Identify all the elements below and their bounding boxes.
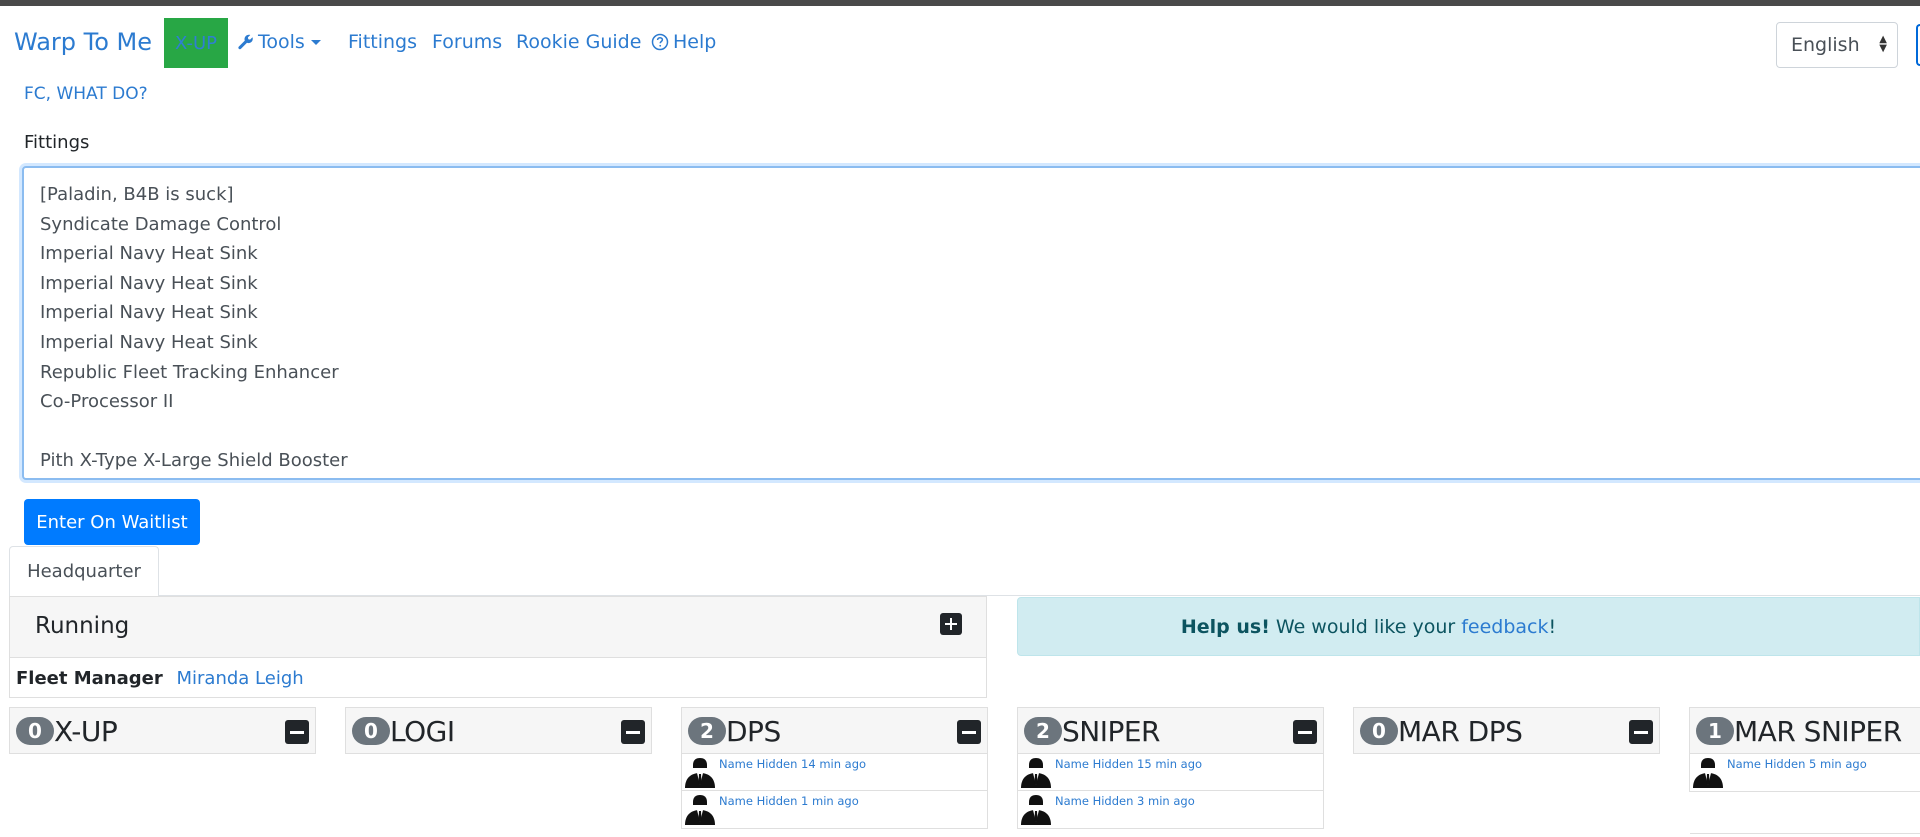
minus-square-icon[interactable]	[957, 720, 981, 744]
tab-headquarter[interactable]: Headquarter	[9, 546, 159, 596]
category-header: 2 DPS	[681, 707, 988, 754]
count-badge: 0	[1360, 717, 1398, 745]
minus-square-icon[interactable]	[1629, 720, 1653, 744]
anonymous-suit-avatar-icon	[685, 758, 715, 788]
anonymous-suit-avatar-icon	[1021, 795, 1051, 825]
fitting-line	[40, 417, 1920, 447]
fitting-line: Imperial Navy Heat Sink	[40, 331, 258, 353]
tools-dropdown[interactable]: Tools	[238, 31, 323, 53]
fittings-textarea[interactable]: [Paladin, B4B is suck] Syndicate Damage …	[22, 166, 1920, 480]
list-item[interactable]: Name Hidden 14 min ago	[682, 754, 987, 791]
fitting-line: Imperial Navy Heat Sink	[40, 243, 258, 265]
fitting-line: Co-Processor II	[40, 391, 174, 413]
question-circle-icon	[651, 33, 669, 51]
category-header: 1 MAR SNIPER	[1689, 707, 1920, 754]
minus-square-icon[interactable]	[1293, 720, 1317, 744]
category-entries: Name Hidden 14 min ago Name Hidden 1 min…	[681, 754, 988, 829]
entry-label: Name Hidden 1 min ago	[719, 794, 859, 808]
fittings-label: Fittings	[24, 132, 90, 153]
fleet-status-header: Running	[10, 597, 986, 658]
alert-text: We would like your	[1275, 615, 1456, 638]
fleet-manager-name[interactable]: Miranda Leigh	[176, 668, 303, 689]
list-item[interactable]: Name Hidden 1 min ago	[682, 791, 987, 828]
count-badge: 0	[352, 717, 390, 745]
category-entries: Name Hidden 15 min ago Name Hidden 3 min…	[1017, 754, 1324, 829]
entry-label: Name Hidden 3 min ago	[1055, 794, 1195, 808]
anonymous-suit-avatar-icon	[1693, 758, 1723, 788]
fitting-line: [Paladin, B4B is suck]	[40, 184, 234, 205]
count-badge: 2	[688, 717, 726, 745]
tools-label: Tools	[258, 31, 305, 53]
brand-link[interactable]: Warp To Me	[14, 28, 152, 56]
navbar: Warp To Me X-UP Tools Fittings Forums Ro…	[0, 6, 1920, 80]
category-title: X-UP	[54, 715, 118, 748]
entry-label: Name Hidden 5 min ago	[1727, 757, 1867, 771]
alert-bold: Help us!	[1180, 615, 1270, 638]
category-mar-sniper: 1 MAR SNIPER Name Hidden 5 min ago	[1689, 707, 1920, 792]
fitting-line: Imperial Navy Heat Sink	[40, 302, 258, 324]
xup-button[interactable]: X-UP	[164, 18, 228, 68]
login-button-edge[interactable]	[1916, 24, 1920, 66]
entry-label: Name Hidden 15 min ago	[1055, 757, 1203, 771]
entry-label: Name Hidden 14 min ago	[719, 757, 867, 771]
help-label: Help	[673, 31, 717, 53]
minus-square-icon[interactable]	[285, 720, 309, 744]
select-arrows-icon: ▲ ▼	[1879, 34, 1887, 54]
feedback-link[interactable]: feedback	[1461, 616, 1548, 638]
anonymous-suit-avatar-icon	[685, 795, 715, 825]
fleet-manager-label: Fleet Manager	[16, 668, 163, 689]
language-value: English	[1791, 34, 1860, 56]
feedback-alert: Help us! We would like your feedback!	[1017, 597, 1920, 656]
enter-waitlist-button[interactable]: Enter On Waitlist	[24, 499, 200, 545]
category-xup: 0 X-UP	[9, 707, 316, 754]
fleet-status-title: Running	[35, 613, 130, 639]
fitting-line: Syndicate Damage Control	[40, 213, 282, 235]
anonymous-suit-avatar-icon	[1021, 758, 1051, 788]
fc-what-do-link[interactable]: FC, WHAT DO?	[24, 84, 148, 104]
next-card-edge	[1690, 833, 1920, 837]
plus-square-icon[interactable]	[940, 613, 962, 635]
category-header: 0 X-UP	[9, 707, 316, 754]
fitting-line: Imperial Navy Heat Sink	[40, 272, 258, 294]
nav-fittings[interactable]: Fittings	[348, 31, 417, 53]
count-badge: 2	[1024, 717, 1062, 745]
count-badge: 1	[1696, 717, 1734, 745]
category-entries: Name Hidden 5 min ago	[1689, 754, 1920, 792]
category-header: 0 MAR DPS	[1353, 707, 1660, 754]
alert-end: !	[1548, 615, 1557, 638]
fitting-line: Pith X-Type X-Large Shield Booster	[40, 450, 348, 472]
category-title: LOGI	[390, 715, 455, 748]
nav-rookie-guide[interactable]: Rookie Guide	[516, 31, 641, 53]
category-logi: 0 LOGI	[345, 707, 652, 754]
list-item[interactable]: Name Hidden 15 min ago	[1018, 754, 1323, 791]
nav-forums[interactable]: Forums	[432, 31, 502, 53]
list-item[interactable]: Name Hidden 5 min ago	[1690, 754, 1920, 791]
nav-help[interactable]: Help	[651, 31, 716, 53]
category-header: 0 LOGI	[345, 707, 652, 754]
fleet-manager-row: Fleet Manager Miranda Leigh	[16, 668, 304, 689]
category-dps: 2 DPS Name Hidden 14 min ago Name Hidden…	[681, 707, 988, 829]
category-title: SNIPER	[1062, 715, 1161, 748]
category-title: MAR DPS	[1398, 715, 1523, 748]
category-sniper: 2 SNIPER Name Hidden 15 min ago Name Hid…	[1017, 707, 1324, 829]
language-select[interactable]: English ▲ ▼	[1776, 22, 1898, 68]
count-badge: 0	[16, 717, 54, 745]
category-title: DPS	[726, 715, 781, 748]
category-header: 2 SNIPER	[1017, 707, 1324, 754]
category-title: MAR SNIPER	[1734, 715, 1902, 748]
minus-square-icon[interactable]	[621, 720, 645, 744]
fitting-line: Republic Fleet Tracking Enhancer	[40, 361, 339, 383]
wrench-icon	[238, 34, 254, 50]
fleet-status-card: Running Fleet Manager Miranda Leigh	[9, 596, 987, 698]
category-mar-dps: 0 MAR DPS	[1353, 707, 1660, 754]
list-item[interactable]: Name Hidden 3 min ago	[1018, 791, 1323, 828]
chevron-down-icon	[309, 35, 323, 49]
